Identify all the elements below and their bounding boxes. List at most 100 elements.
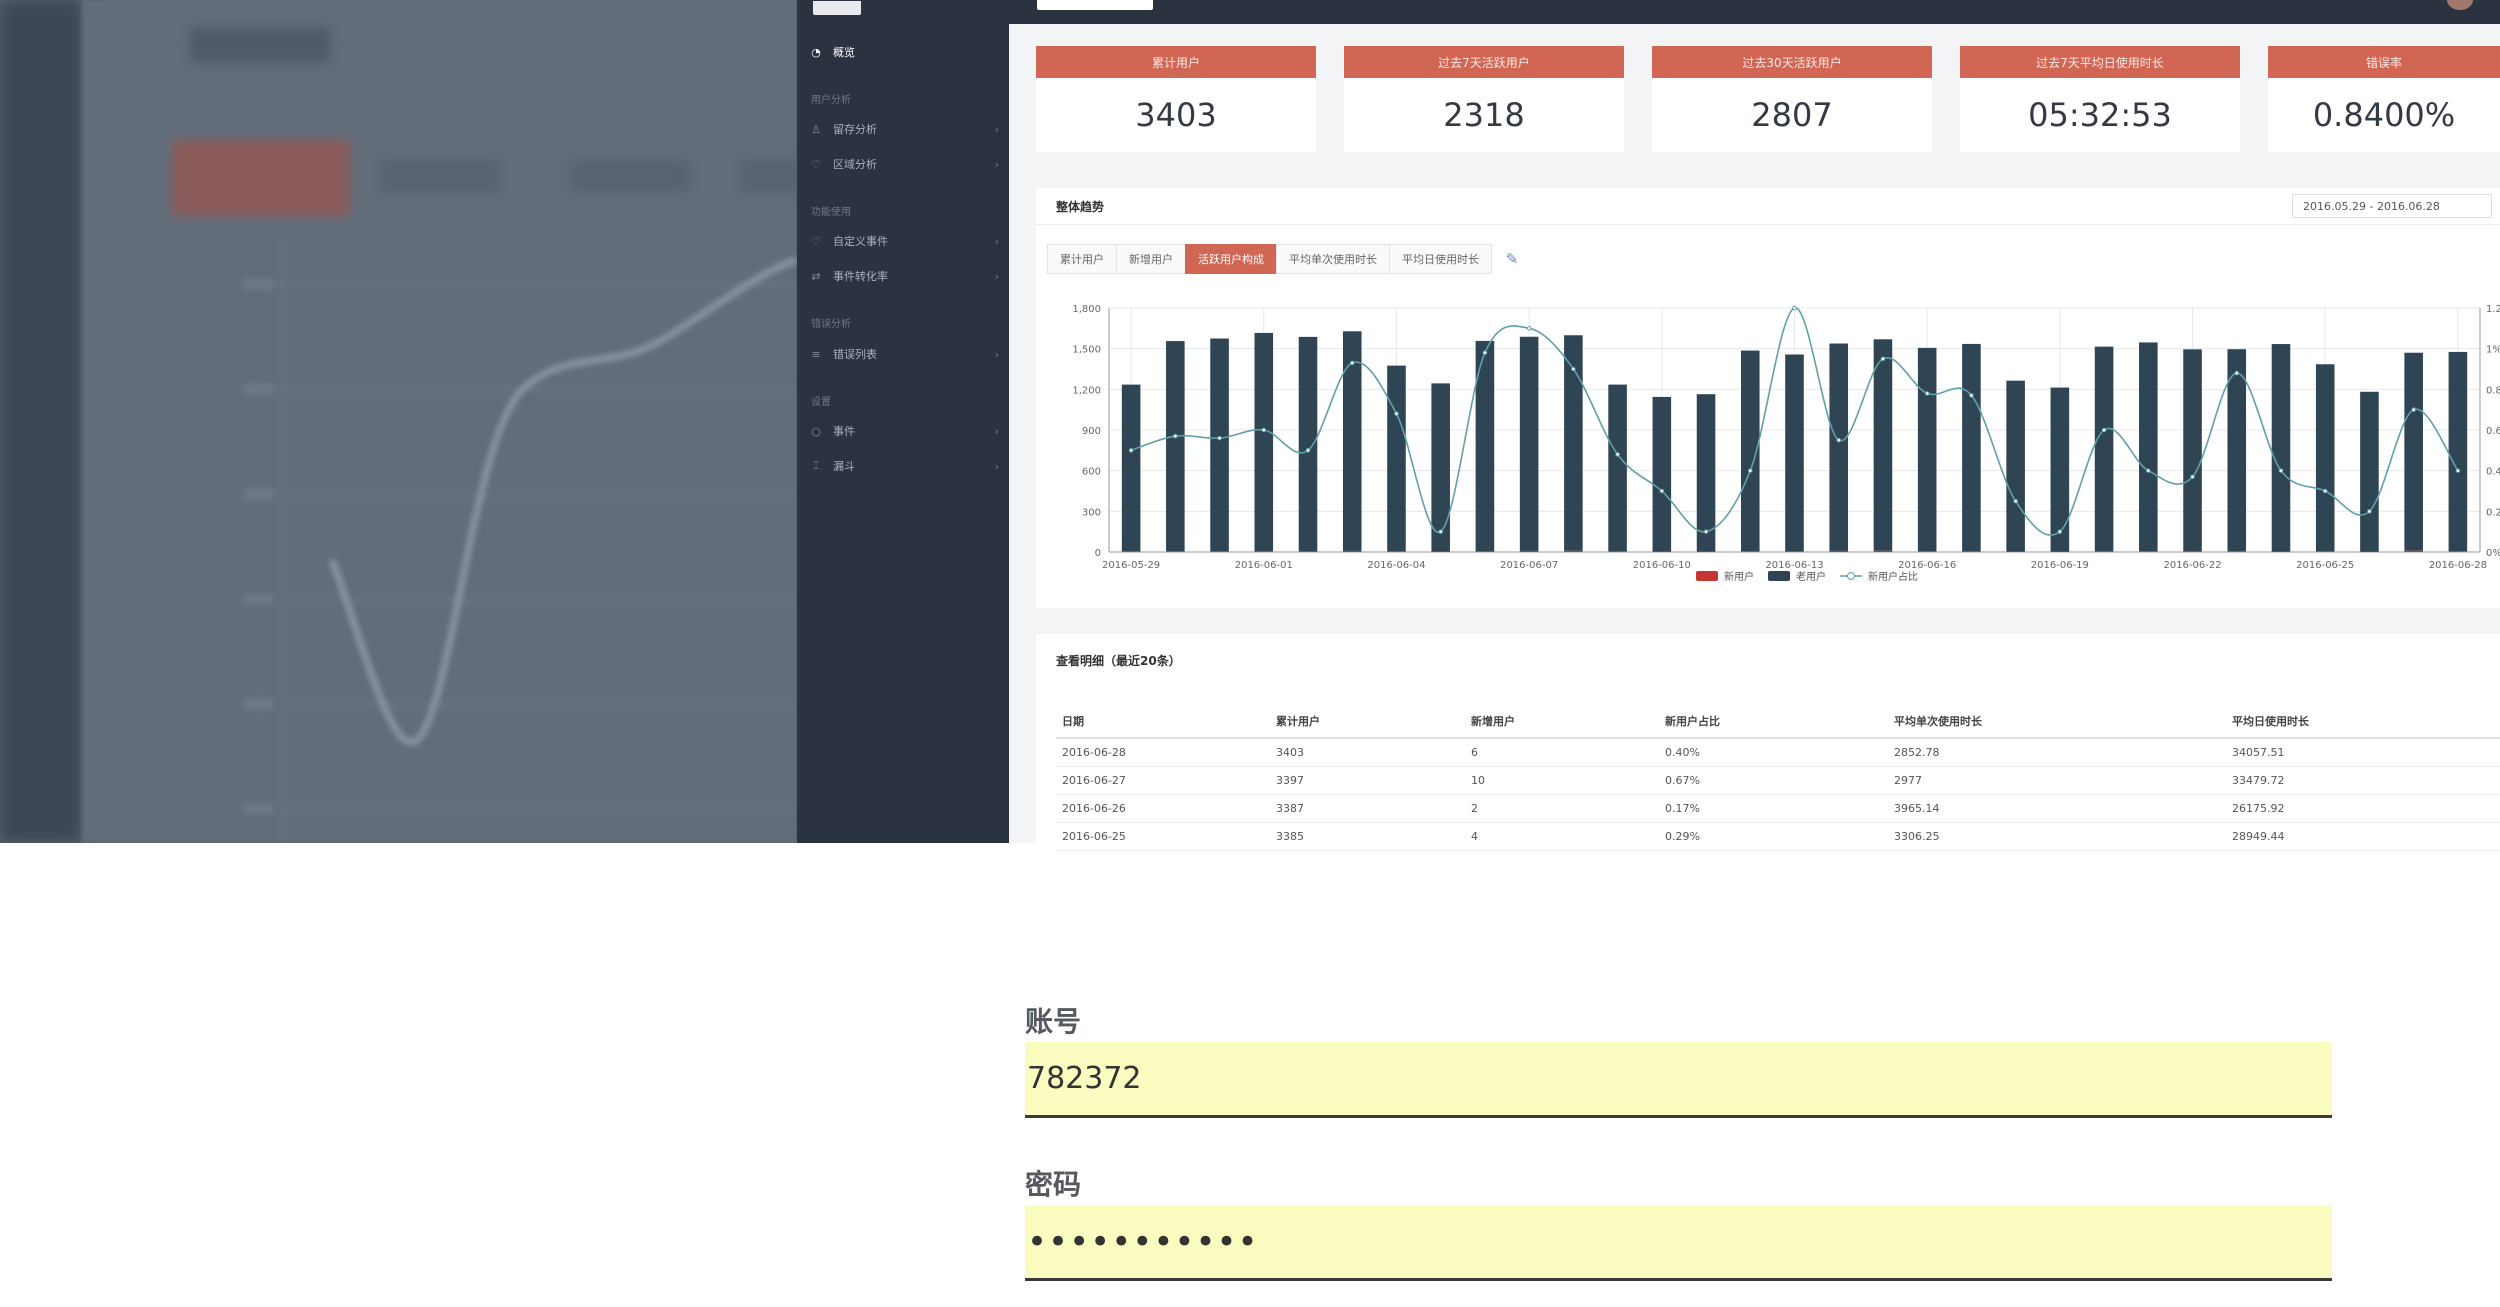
x-tick-label: 2016-06-10 [1633,560,1691,571]
table-cell: 6 [1465,738,1659,767]
table-cell: 10 [1465,766,1659,795]
y2-tick-label: 0.6% [2486,426,2500,437]
search-box[interactable] [1037,0,1153,10]
x-tick-label: 2016-06-13 [1765,560,1823,571]
tab-avg-daily-time[interactable]: 平均日使用时长 [1389,244,1492,274]
table-cell: 33479.72 [2226,766,2500,795]
sidebar-item-region[interactable]: ♡ 区域分析 › [809,154,999,174]
ratio-point [2322,488,2328,494]
stat-card-7day-active: 过去7天活跃用户 2318 [1344,46,1624,152]
sidebar-item-label: 事件 [833,425,855,438]
bar-returning-users [1785,354,1804,552]
bar-new-users [2315,551,2335,552]
trend-panel: 整体趋势 2016.05.29 - 2016.06.28 累计用户 新增用户 活… [1036,188,2500,608]
bar-returning-users [2448,351,2468,552]
stat-card-value: 3403 [1135,96,1217,134]
ratio-point [1792,305,1797,311]
table-cell: 2016-06-26 [1056,794,1270,823]
sidebar-item-events[interactable]: ○ 事件 › [809,421,999,441]
tab-avg-session-time[interactable]: 平均单次使用时长 [1276,244,1390,274]
bar-new-users [2094,551,2114,552]
ratio-point [1305,448,1311,453]
sidebar-section-settings: 设置 [811,397,831,408]
column-header: 新用户占比 [1659,704,1888,739]
bar-new-users [1962,551,1981,552]
blur-active-tab [172,140,350,216]
x-tick-label: 2016-06-16 [1898,560,1956,571]
avatar[interactable] [2447,0,2473,10]
bar-returning-users [2139,342,2158,552]
table-cell: 3403 [1270,738,1465,767]
ratio-point [2455,468,2461,473]
table-row: 2016-06-26 3387 2 0.17% 3965.14 26175.92 [1056,794,2500,823]
y-tick-label: 1,800 [1072,304,1101,315]
bar-returning-users [2360,391,2379,552]
dashboard-icon: ◔ [811,45,821,59]
blur-tab [380,160,500,192]
logo-mark [813,1,861,15]
legend-swatch-ratio-marker [1847,572,1855,580]
bar-new-users [2139,551,2158,552]
bar-new-users [1121,551,1141,552]
ratio-point [1571,366,1576,372]
bar-returning-users [1431,383,1450,552]
sidebar-item-label: 概览 [833,46,855,59]
bar-new-users [1210,551,1229,552]
chevron-right-icon: › [994,424,999,438]
sidebar-item-error-list[interactable]: ≡ 错误列表 › [809,344,999,364]
chevron-right-icon: › [994,157,999,171]
sidebar-item-label: 区域分析 [833,158,877,171]
tab-total-users[interactable]: 累计用户 [1047,244,1117,274]
sidebar-item-overview[interactable]: ◔ 概览 [809,42,999,62]
blurred-background [0,0,797,843]
sidebar-item-funnel[interactable]: ⌶ 漏斗 › [809,456,999,476]
y-tick-label: 0 [1095,548,1101,559]
bar-returning-users [2404,352,2423,551]
y2-tick-label: 0.4% [2486,467,2500,478]
ratio-point [2411,407,2416,412]
y-tick-label: 1,500 [1072,345,1101,356]
tab-active-user-composition[interactable]: 活跃用户构成 [1185,244,1277,274]
x-tick-label: 2016-06-01 [1235,560,1293,571]
bar-returning-users [1917,347,1937,552]
bar-returning-users [1298,336,1318,552]
sidebar-item-retention[interactable]: ♙ 留存分析 › [809,119,999,139]
ratio-point [1924,391,1930,396]
bar-returning-users [1696,394,1716,552]
sidebar: ◔ 概览 用户分析 ♙ 留存分析 › ♡ 区域分析 › 功能使用 ♡ 自定义事件… [797,0,1009,843]
edit-icon[interactable]: ✎ [1501,244,1523,274]
ratio-point [1969,393,1974,398]
tab-new-users[interactable]: 新增用户 [1116,244,1186,274]
stat-card-value: 05:32:53 [2028,96,2172,134]
blur-edge [0,0,82,843]
account-field[interactable] [1025,1042,2332,1118]
ratio-point [1261,427,1267,433]
table-cell: 4 [1465,822,1659,851]
date-range-picker[interactable]: 2016.05.29 - 2016.06.28 [2292,194,2492,218]
sidebar-item-custom-events[interactable]: ♡ 自定义事件 › [809,231,999,251]
ratio-point [1217,435,1222,441]
sidebar-item-event-conversion[interactable]: ⇄ 事件转化率 › [809,266,999,286]
stat-card-label: 过去7天活跃用户 [1344,46,1624,78]
password-field[interactable] [1025,1205,2332,1281]
ratio-point [2190,474,2195,480]
sidebar-item-label: 自定义事件 [833,235,888,248]
location-icon: ♡ [811,157,821,171]
column-header: 平均单次使用时长 [1888,704,2226,739]
table-cell: 0.40% [1659,738,1888,767]
legend-swatch-returning-users [1768,571,1790,581]
sidebar-item-label: 留存分析 [833,123,877,136]
bar-new-users [1873,550,1893,552]
ratio-point [2013,498,2018,504]
bar-new-users [2227,551,2247,552]
blur-tab [740,160,797,192]
bar-new-users [1166,551,1185,552]
bar-returning-users [2006,380,2025,552]
bar-returning-users [1166,341,1185,552]
bar-new-users [1608,551,1627,552]
shuffle-icon: ⇄ [811,269,821,283]
y-tick-label: 1,200 [1072,385,1101,396]
y2-tick-label: 0.8% [2486,385,2500,396]
trend-tabs: 累计用户 新增用户 活跃用户构成 平均单次使用时长 平均日使用时长 ✎ [1047,244,1523,274]
bar-new-users [1652,551,1672,552]
